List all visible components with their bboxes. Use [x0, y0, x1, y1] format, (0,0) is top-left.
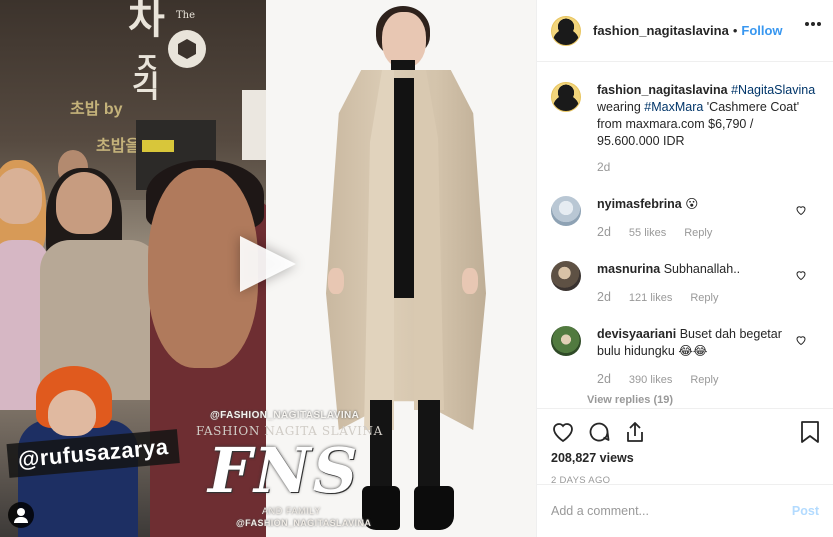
caption: fashion_nagitaslavina #NagitaSlavina wea… [551, 82, 819, 150]
bookmark-icon[interactable] [799, 420, 821, 444]
action-icons [551, 417, 819, 447]
banner-glyph: 차 [128, 0, 165, 43]
instagram-post: 차 ㅈ 긱 The 초밥 by 초밥을 이 @rufusazarya @FASH… [0, 0, 833, 537]
like-comment-heart-icon[interactable] [795, 204, 807, 216]
comment-item: masnurina Subhanallah.. 2d 121 likes Rep… [551, 261, 819, 304]
add-comment-bar: Post [537, 484, 833, 536]
model-leg [418, 400, 440, 492]
white-card [242, 90, 266, 160]
header-username[interactable]: fashion_nagitaslavina [593, 23, 729, 38]
model-hand [462, 268, 478, 294]
comment-item: devisyaariani Buset dah begetar bulu hid… [551, 326, 819, 386]
header-separator: • [732, 23, 738, 38]
banner-the-text: The [176, 10, 196, 21]
comment-input[interactable] [551, 503, 771, 518]
watermark-logo: FNS [208, 434, 360, 507]
comment-age[interactable]: 2d [597, 372, 611, 386]
post-comment-button[interactable]: Post [792, 504, 819, 518]
banner-glyph: 긱 [132, 70, 160, 105]
play-icon[interactable] [240, 236, 296, 292]
comment-age[interactable]: 2d [597, 225, 611, 239]
caption-username[interactable]: fashion_nagitaslavina [597, 83, 728, 97]
caption-meta: 2d [597, 160, 819, 174]
comment-age[interactable]: 2d [597, 290, 611, 304]
more-options-icon[interactable] [805, 22, 821, 28]
comment-body: 😮 [685, 197, 699, 211]
avatar[interactable] [551, 196, 581, 226]
avatar[interactable] [551, 15, 581, 46]
comment-likes[interactable]: 390 likes [629, 374, 672, 386]
post-media[interactable]: 차 ㅈ 긱 The 초밥 by 초밥을 이 @rufusazarya @FASH… [0, 0, 536, 537]
comment-username[interactable]: nyimasfebrina [597, 197, 682, 211]
caption-age[interactable]: 2d [597, 160, 610, 174]
model-hand [328, 268, 344, 294]
comment-meta: 2d 121 likes Reply [597, 290, 797, 304]
person-face [56, 172, 112, 234]
comment-icon[interactable] [587, 420, 611, 444]
caption-text: fashion_nagitaslavina #NagitaSlavina wea… [597, 82, 819, 150]
comment-username[interactable]: masnurina [597, 262, 660, 276]
like-comment-heart-icon[interactable] [795, 334, 807, 346]
like-comment-heart-icon[interactable] [795, 269, 807, 281]
reply-button[interactable]: Reply [684, 227, 712, 239]
avatar[interactable] [551, 326, 581, 356]
watermark-handle: @FASHION_NAGITASLAVINA [210, 410, 360, 421]
comment-body: Subhanallah.. [663, 262, 741, 276]
model-boot [414, 486, 454, 530]
view-count[interactable]: 208,827 views [551, 451, 819, 465]
model-leg [370, 400, 392, 492]
person-face [0, 168, 42, 224]
comment-likes[interactable]: 55 likes [629, 227, 666, 239]
caption-text-part: wearing [597, 100, 641, 114]
avatar[interactable] [551, 82, 581, 112]
comments-list[interactable]: fashion_nagitaslavina #NagitaSlavina wea… [537, 62, 833, 408]
comment-text: nyimasfebrina 😮 [597, 196, 797, 213]
comment-text: devisyaariani Buset dah begetar bulu hid… [597, 326, 797, 360]
child-face [48, 390, 96, 436]
post-sidebar: fashion_nagitaslavina • Follow fashion_n… [536, 0, 833, 537]
tagged-users-icon[interactable] [8, 502, 34, 528]
heart-icon[interactable] [551, 420, 575, 444]
banner-by-text: 초밥 by [70, 101, 123, 118]
banner-logo [168, 30, 206, 68]
comment-meta: 2d 390 likes Reply [597, 372, 797, 386]
reply-button[interactable]: Reply [690, 292, 718, 304]
post-actions: 208,827 views 2 DAYS AGO Post [537, 408, 833, 536]
post-header: fashion_nagitaslavina • Follow [537, 0, 833, 62]
comment-likes[interactable]: 121 likes [629, 292, 672, 304]
comment-meta: 2d 55 likes Reply [597, 225, 797, 239]
share-icon[interactable] [623, 420, 647, 444]
hashtag-link[interactable]: #NagitaSlavina [731, 83, 815, 97]
comment-username[interactable]: devisyaariani [597, 327, 676, 341]
follow-button[interactable]: Follow [741, 23, 782, 38]
reply-button[interactable]: Reply [690, 374, 718, 386]
comment-item: nyimasfebrina 😮 2d 55 likes Reply [551, 196, 819, 239]
hashtag-link[interactable]: #MaxMara [644, 100, 703, 114]
watermark-handle-bottom: @FASHION_NAGITASLAVINA [236, 518, 372, 528]
avatar[interactable] [551, 261, 581, 291]
view-replies-link[interactable]: View replies (19) [551, 394, 819, 406]
watermark-family: AND FAMILY [262, 506, 321, 516]
comment-text: masnurina Subhanallah.. [597, 261, 797, 278]
